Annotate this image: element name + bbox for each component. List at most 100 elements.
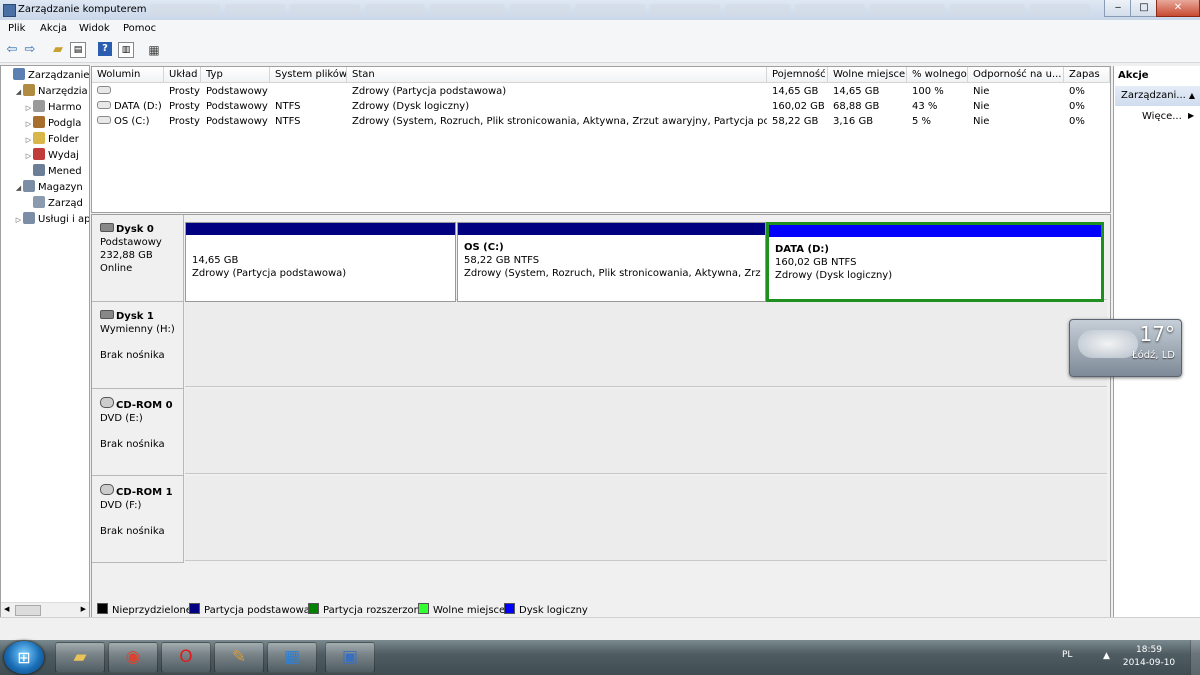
legend-label: Wolne miejsce	[433, 605, 506, 616]
tree-item[interactable]: Mened	[1, 164, 89, 180]
column-header[interactable]: Układ	[164, 67, 201, 83]
show-hide-tree-icon[interactable]: ▤	[70, 42, 86, 58]
table-cell: Podstawowy	[201, 114, 270, 129]
up-folder-icon[interactable]: ▰	[50, 42, 66, 58]
column-header[interactable]: Wolumin	[92, 67, 164, 83]
table-cell: 0%	[1064, 114, 1110, 129]
partition-block[interactable]: OS (C:) 58,22 GB NTFS Zdrowy (System, Rozr…	[457, 222, 766, 302]
column-header[interactable]: Wolne miejsce	[828, 67, 907, 83]
column-header[interactable]: System plików	[270, 67, 347, 83]
table-cell: Podstawowy	[201, 99, 270, 114]
paint-icon[interactable]: ✎	[214, 642, 264, 673]
expand-arrow-icon[interactable]: ▷	[24, 100, 33, 116]
expand-arrow-icon[interactable]: ▷	[24, 116, 33, 132]
start-button[interactable]: ⊞	[4, 641, 44, 674]
legend-swatch	[504, 603, 515, 614]
cell-value: Podstawowy	[206, 101, 268, 112]
maximize-button[interactable]: □	[1130, 0, 1158, 17]
services-icon	[23, 212, 35, 224]
disk-type: DVD (F:)	[100, 500, 142, 511]
legend-label: Partycja rozszerzona	[323, 605, 427, 616]
disk-label[interactable]: CD-ROM 1 DVD (F:) Brak nośnika	[92, 476, 184, 563]
export-icon[interactable]: ▦	[146, 42, 162, 58]
control-panel-icon[interactable]: ▦	[267, 642, 317, 673]
tree-item-label: Wydaj	[48, 150, 79, 161]
back-icon[interactable]: ⇦	[4, 42, 20, 58]
cell-value: 14,65 GB	[833, 86, 880, 97]
partition-block[interactable]: DATA (D:) 160,02 GB NTFS Zdrowy (Dysk logi…	[766, 222, 1104, 302]
help-icon[interactable]: ?	[98, 42, 112, 56]
column-header[interactable]: Stan	[347, 67, 767, 83]
partition-size: 14,65 GB	[192, 255, 239, 266]
tree-item[interactable]: Zarządzanie k	[1, 68, 89, 84]
tree-item-label: Mened	[48, 166, 82, 177]
explorer-icon[interactable]: ▰	[55, 642, 105, 673]
expand-arrow-icon[interactable]: ▷	[24, 132, 33, 148]
tree-item[interactable]: ▷ Podgla	[1, 116, 89, 132]
minimize-button[interactable]: ‒	[1104, 0, 1132, 17]
disk-type: Podstawowy	[100, 237, 162, 248]
hard-disk-icon	[100, 223, 114, 232]
chrome-icon[interactable]: ◉	[108, 642, 158, 673]
table-cell: NTFS	[270, 114, 347, 129]
forward-icon[interactable]: ⇨	[22, 42, 38, 58]
weather-gadget[interactable]: 17° Łódź, LD	[1069, 319, 1182, 377]
table-row[interactable]: DATA (D:) Prosty Podstawowy NTFS Zdrowy (Dys…	[92, 99, 1110, 114]
legend-swatch	[308, 603, 319, 614]
column-header[interactable]: Zapas	[1064, 67, 1110, 83]
menu-view[interactable]: Widok	[79, 23, 110, 34]
disk-label[interactable]: CD-ROM 0 DVD (E:) Brak nośnika	[92, 389, 184, 476]
menu-action[interactable]: Akcja	[40, 23, 67, 34]
expand-arrow-icon[interactable]: ▷	[14, 212, 23, 228]
tree-item[interactable]: ▷ Folder	[1, 132, 89, 148]
background-tab	[290, 4, 360, 16]
table-cell: Prosty	[164, 99, 201, 114]
tree-item[interactable]: ▷ Harmo	[1, 100, 89, 116]
disk-status: Brak nośnika	[100, 526, 165, 537]
clock-date: 2014-09-10	[1122, 658, 1176, 668]
expand-arrow-icon[interactable]: ◢	[14, 180, 23, 196]
cell-value: Zdrowy (Partycja podstawowa)	[352, 86, 507, 97]
tree-item[interactable]: ◢ Magazyn	[1, 180, 89, 196]
tray-expand-icon[interactable]: ▲	[1103, 651, 1110, 661]
disk-label[interactable]: Dysk 0 Podstawowy 232,88 GB Online	[92, 215, 184, 302]
show-desktop-button[interactable]	[1190, 640, 1200, 675]
partition-block[interactable]: 14,65 GB Zdrowy (Partycja podstawowa)	[185, 222, 456, 302]
menu-file[interactable]: Plik	[8, 23, 25, 34]
toolbar: ⇦ ⇨ ▰ ▤ ? ▥ ▦	[0, 38, 1200, 63]
menu-help[interactable]: Pomoc	[123, 23, 156, 34]
clock[interactable]: 18:59 2014-09-10	[1118, 644, 1180, 670]
horizontal-scrollbar[interactable]: ◀ ▶	[1, 602, 89, 618]
tree-item-label: Narzędzia	[38, 86, 88, 97]
column-header[interactable]: Odporność na u...	[968, 67, 1064, 83]
table-row[interactable]: Prosty Podstawowy Zdrowy (Partycja podstaw…	[92, 84, 1110, 99]
close-button[interactable]: ✕	[1156, 0, 1200, 17]
background-tab	[870, 4, 945, 16]
table-cell	[270, 84, 347, 99]
properties-icon[interactable]: ▥	[118, 42, 134, 58]
table-cell: 68,88 GB	[828, 99, 907, 114]
tree-item[interactable]: ◢ Narzędzia	[1, 84, 89, 100]
more-actions-item[interactable]: Więce... ▶	[1142, 111, 1194, 122]
legend-label: Nieprzydzielone	[112, 605, 192, 616]
disk-label[interactable]: Dysk 1 Wymienny (H:) Brak nośnika	[92, 302, 184, 389]
partition-type-bar	[769, 225, 1101, 237]
column-header[interactable]: Pojemność	[767, 67, 828, 83]
volume-name: DATA (D:)	[114, 101, 162, 112]
expand-arrow-icon[interactable]: ▷	[24, 148, 33, 164]
computer-management-icon[interactable]: ▣	[325, 642, 375, 673]
language-indicator[interactable]: PL	[1062, 650, 1072, 660]
table-row[interactable]: OS (C:) Prosty Podstawowy NTFS Zdrowy (Syste…	[92, 114, 1110, 129]
weather-temperature: 17°	[1139, 322, 1175, 346]
actions-section-disk-management[interactable]: Zarządzani... ▲	[1115, 86, 1200, 106]
tree-item[interactable]: Zarząd	[1, 196, 89, 212]
expand-arrow-icon[interactable]: ◢	[14, 84, 23, 100]
tree-item[interactable]: ▷ Usługi i ap	[1, 212, 89, 228]
opera-icon[interactable]: O	[161, 642, 211, 673]
tree-item[interactable]: ▷ Wydaj	[1, 148, 89, 164]
column-header[interactable]: % wolnego	[907, 67, 968, 83]
table-cell: 160,02 GB	[767, 99, 828, 114]
cell-value: Zdrowy (Dysk logiczny)	[352, 101, 470, 112]
disk-name: Dysk 0	[116, 224, 154, 235]
column-header[interactable]: Typ	[201, 67, 270, 83]
